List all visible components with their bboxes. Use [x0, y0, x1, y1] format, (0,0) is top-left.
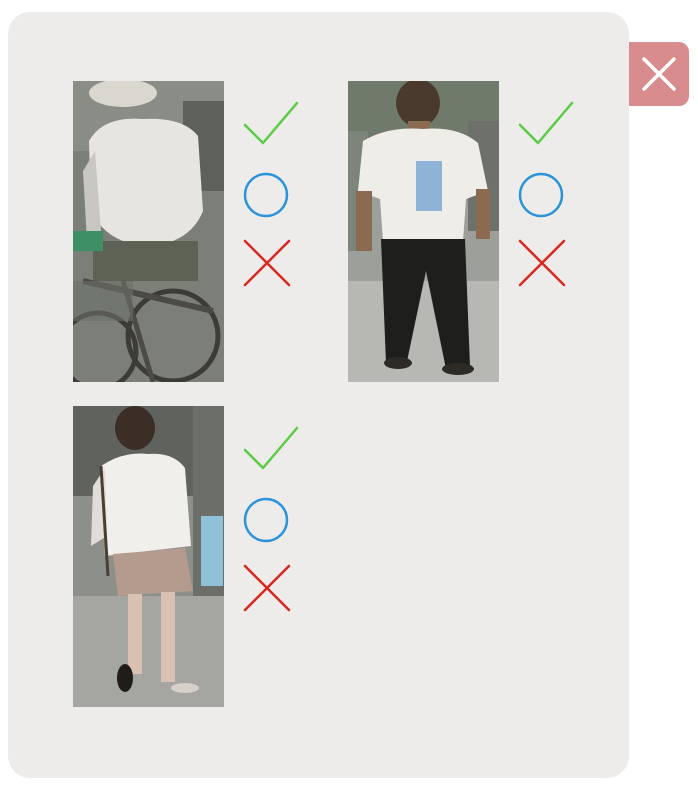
- neutral-button[interactable]: [241, 169, 299, 221]
- neutral-button[interactable]: [241, 494, 299, 546]
- check-icon: [243, 101, 299, 145]
- circle-icon: [518, 172, 564, 218]
- check-icon: [243, 426, 299, 470]
- x-icon: [243, 239, 291, 287]
- neutral-button[interactable]: [516, 169, 574, 221]
- circle-icon: [243, 497, 289, 543]
- person-photo: [348, 81, 499, 382]
- person-photo: [73, 406, 224, 707]
- x-icon: [243, 564, 291, 612]
- reject-button[interactable]: [241, 237, 299, 289]
- person-photo: [73, 81, 224, 382]
- accept-button[interactable]: [241, 424, 299, 476]
- close-icon: [642, 57, 676, 91]
- reject-button[interactable]: [516, 237, 574, 289]
- close-button[interactable]: [629, 42, 689, 106]
- x-icon: [518, 239, 566, 287]
- circle-icon: [243, 172, 289, 218]
- accept-button[interactable]: [516, 99, 574, 151]
- reject-button[interactable]: [241, 562, 299, 614]
- accept-button[interactable]: [241, 99, 299, 151]
- check-icon: [518, 101, 574, 145]
